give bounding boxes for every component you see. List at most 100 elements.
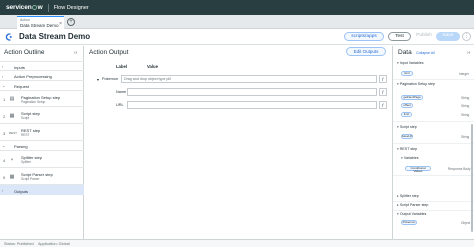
- formula-button[interactable]: ƒ: [379, 88, 387, 96]
- caret-down-icon: ▾: [397, 61, 399, 65]
- tab-name-label: Data Stream Demo: [20, 22, 59, 28]
- tab-close-icon[interactable]: ×: [59, 21, 62, 27]
- outline-item-label: Parsing: [14, 144, 28, 149]
- step-type: Splitter: [21, 160, 31, 164]
- name-value-input[interactable]: [127, 88, 377, 96]
- data-panel-scrollbar[interactable]: [471, 124, 473, 232]
- tab-bar: Action Data Stream Demo × +: [0, 15, 474, 29]
- outline-step-script-parser[interactable]: 5 ▦ Script Parser step Script Parser: [0, 167, 84, 184]
- data-pill-pokemon[interactable]: Pokemon: [401, 220, 417, 225]
- caret-down-icon: ▾: [397, 147, 399, 151]
- caret-right-icon: ▸: [397, 194, 399, 198]
- step-type: Script Parser: [21, 177, 40, 181]
- data-pill-limit[interactable]: limit: [401, 71, 413, 76]
- test-button[interactable]: Test: [388, 32, 411, 41]
- action-outline-title: Action Outline: [4, 49, 45, 56]
- action-header: Data Stream Demo scripts/apps Test Publi…: [0, 29, 474, 45]
- more-options-icon[interactable]: ⋮: [462, 32, 471, 41]
- section-output-variables[interactable]: ▾Output Variables: [397, 212, 426, 216]
- data-pill-conditional-values[interactable]: Conditional Values: [405, 166, 431, 173]
- data-title: Data: [398, 49, 412, 56]
- divider: [393, 210, 474, 211]
- section-script-parser-step[interactable]: ▸Script Parser step: [397, 203, 428, 207]
- chevron-right-icon: ›: [2, 64, 4, 69]
- caret-down-icon: ▾: [397, 125, 399, 129]
- section-script-step[interactable]: ▾Script step: [397, 125, 417, 129]
- outline-step-rest[interactable]: 3 REST REST step REST: [0, 123, 84, 140]
- outline-step-pagination-setup[interactable]: 1 ▤ Pagination Setup step Pagination Set…: [0, 90, 84, 106]
- section-pagination-setup-step[interactable]: ▾Pagination Setup step: [397, 82, 435, 86]
- data-pill-baseurl[interactable]: baseUrl: [401, 134, 413, 139]
- section-splitter-step[interactable]: ▸Splitter step: [397, 194, 419, 198]
- save-button[interactable]: Save: [436, 32, 460, 41]
- variables-subheading[interactable]: ▾Variables: [401, 156, 419, 160]
- script-icon: ▦: [9, 112, 15, 119]
- outline-step-splitter[interactable]: 4 ⑂ Splitter step Splitter: [0, 150, 84, 167]
- outline-item-request[interactable]: ⌄ Request: [0, 80, 84, 90]
- script-parser-icon: ▦: [9, 173, 15, 180]
- chevron-right-icon: ›: [2, 73, 4, 79]
- pill-type: String: [461, 135, 470, 139]
- publish-button[interactable]: Publish: [414, 32, 434, 41]
- collapse-outline-icon[interactable]: ‹‹: [74, 50, 77, 56]
- scripts-apps-button[interactable]: scripts/apps: [344, 32, 384, 41]
- divider: [393, 121, 474, 122]
- chevron-down-icon: ⌄: [2, 83, 6, 88]
- caret-down-icon: ▾: [401, 156, 403, 160]
- outline-item-label: Outputs: [14, 188, 29, 194]
- step-number: 1: [3, 97, 6, 102]
- outline-item-label: Request: [14, 84, 29, 89]
- column-header-value: Value: [147, 64, 158, 69]
- status-footer: Status: Published Application: Global: [0, 239, 474, 247]
- step-type: Script: [21, 116, 30, 120]
- header-divider: [47, 3, 49, 12]
- caret-down-icon: ▾: [397, 212, 399, 216]
- section-rest-step[interactable]: ▾REST step: [397, 147, 417, 151]
- outline-item-parsing[interactable]: ⌄ Parsing: [0, 140, 84, 150]
- caret-down-icon: ▾: [397, 82, 399, 86]
- divider: [393, 201, 474, 202]
- data-pill-getnextpage[interactable]: getNextPage: [401, 95, 423, 100]
- action-output-panel: Action Output Label Value ▾ Pokemon Drag…: [85, 46, 391, 239]
- pokemon-value-input[interactable]: Drag and drop object type pill: [121, 75, 377, 83]
- outline-item-outputs[interactable]: › Outputs: [0, 184, 84, 195]
- tab-data-stream-demo[interactable]: Action Data Stream Demo ×: [17, 16, 64, 29]
- data-pill-offset[interactable]: offset: [401, 103, 413, 108]
- step-number: 3: [3, 130, 6, 136]
- step-type: REST: [21, 133, 30, 137]
- rest-icon: REST: [9, 130, 18, 135]
- product-name: Flow Designer: [53, 4, 89, 11]
- servicenow-logo: servicen w: [6, 4, 43, 11]
- divider: [393, 175, 474, 176]
- application-scope: Application: Global: [38, 241, 70, 246]
- expand-caret-icon[interactable]: ▾: [97, 77, 99, 82]
- top-navigation-bar: servicen w Flow Designer: [0, 0, 474, 15]
- action-designer-icon: [5, 33, 12, 41]
- divider: [393, 143, 474, 144]
- url-value-input[interactable]: [127, 101, 377, 109]
- action-output-title: Action Output: [89, 49, 129, 56]
- splitter-icon: ⑂: [10, 156, 14, 163]
- step-number: 4: [3, 157, 6, 163]
- tab-type-label: Action: [20, 18, 30, 22]
- pagination-icon: ▤: [9, 96, 15, 102]
- data-pill-limit[interactable]: limit: [401, 112, 412, 117]
- outline-item-inputs[interactable]: › Inputs: [0, 61, 84, 70]
- section-input-variables[interactable]: ▾Input Variables: [397, 61, 424, 65]
- outline-item-label: Inputs: [14, 64, 25, 70]
- chevron-down-icon: ⌄: [2, 143, 6, 148]
- publish-status: Status: Published: [4, 241, 34, 246]
- collapse-data-icon[interactable]: ››: [467, 50, 470, 56]
- outline-item-label: Action Preprocessing: [14, 74, 52, 79]
- formula-button[interactable]: ƒ: [379, 101, 387, 109]
- output-label-pokemon: Pokemon: [102, 77, 119, 81]
- outline-item-action-preprocessing[interactable]: › Action Preprocessing: [0, 70, 84, 80]
- edit-outputs-button[interactable]: Edit Outputs: [346, 47, 386, 56]
- formula-button[interactable]: ƒ: [379, 75, 387, 83]
- divider: [393, 79, 474, 80]
- new-tab-plus-icon[interactable]: +: [67, 18, 75, 26]
- outline-step-script[interactable]: 2 ▦ Script step Script: [0, 106, 84, 123]
- caret-right-icon: ▸: [397, 203, 399, 207]
- collapse-all-link[interactable]: Collapse All: [416, 51, 435, 55]
- pill-type: String: [461, 113, 470, 117]
